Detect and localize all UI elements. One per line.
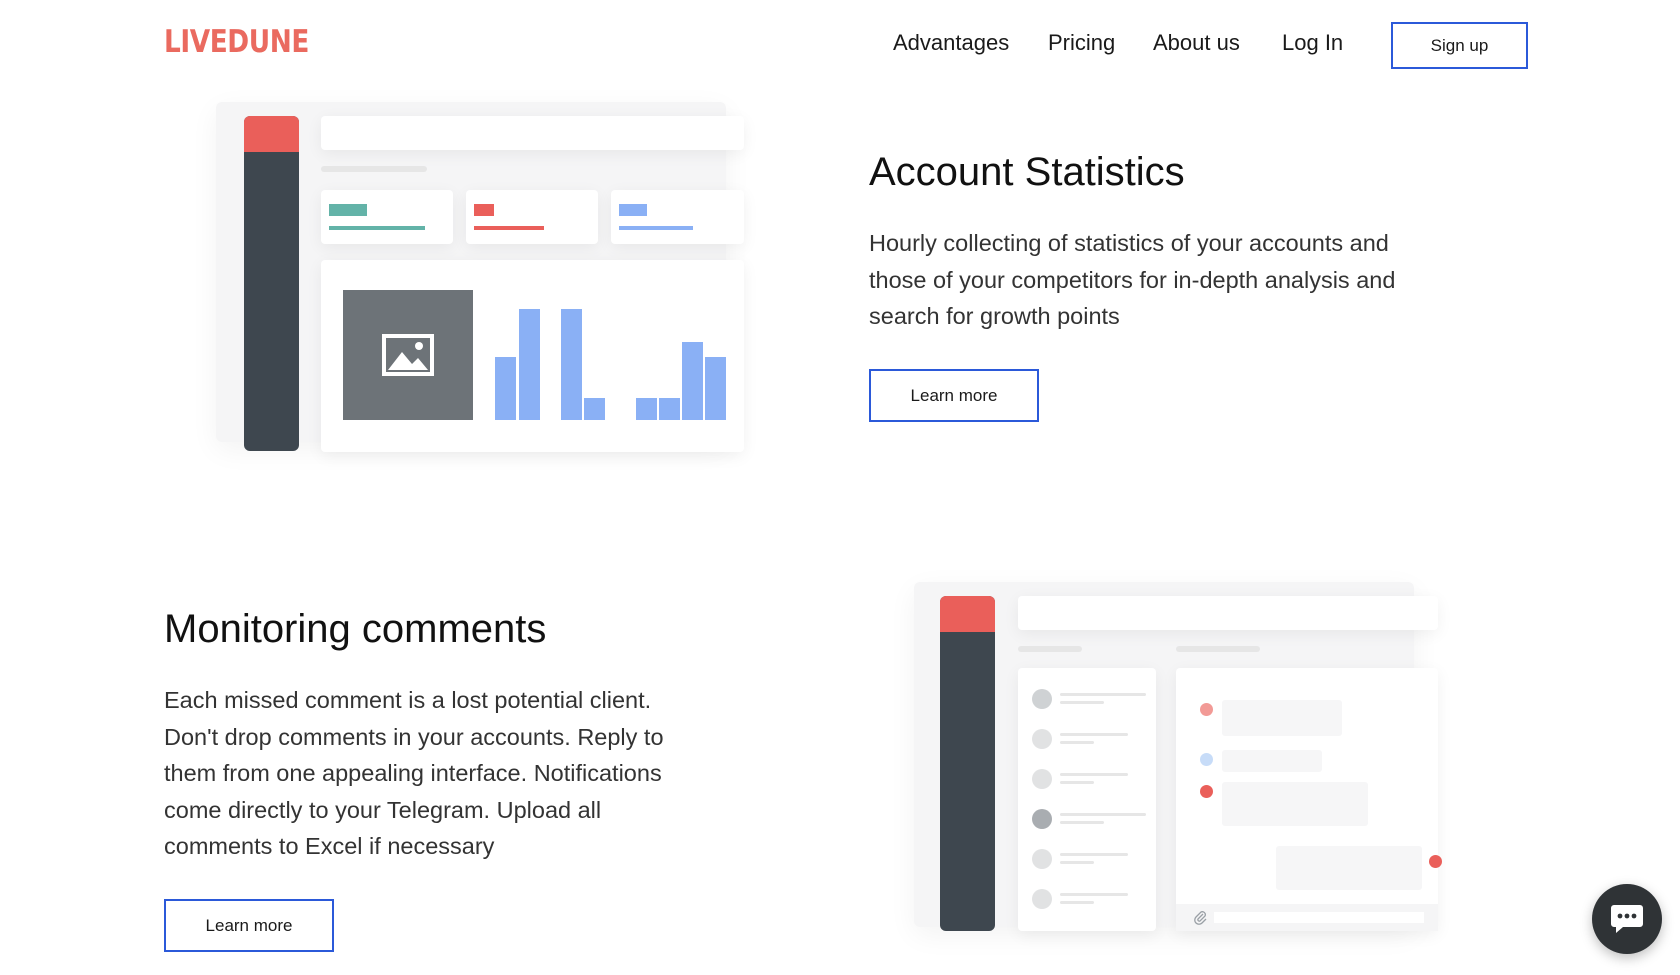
avatar xyxy=(1032,729,1052,749)
status-dot xyxy=(1200,753,1213,766)
reply-bar xyxy=(1176,904,1438,931)
nav-log-in[interactable]: Log In xyxy=(1282,30,1343,56)
chart-bar xyxy=(519,309,540,420)
chat-bubble-icon xyxy=(1611,905,1643,933)
image-placeholder xyxy=(343,290,473,420)
stat-card-blue xyxy=(611,190,744,244)
chart-bar xyxy=(561,309,582,420)
comment-thread-card xyxy=(1176,668,1442,931)
comments-thread-title-line xyxy=(1176,646,1260,652)
image-icon xyxy=(382,334,434,376)
paperclip-icon xyxy=(1194,911,1207,925)
learn-more-statistics-button[interactable]: Learn more xyxy=(869,369,1039,422)
status-dot xyxy=(1200,703,1213,716)
chat-button[interactable] xyxy=(1592,884,1662,954)
statistics-illustration xyxy=(200,90,760,460)
logo[interactable]: LIVEDUNE xyxy=(164,24,309,60)
comments-list-card xyxy=(1018,668,1156,931)
avatar xyxy=(1032,889,1052,909)
dashboard-subtitle-line xyxy=(321,166,427,172)
chart-bar xyxy=(636,398,657,420)
avatar xyxy=(1032,689,1052,709)
nav-about-us[interactable]: About us xyxy=(1153,30,1240,56)
nav-advantages[interactable]: Advantages xyxy=(893,30,1009,56)
chart-card xyxy=(321,260,744,452)
status-dot xyxy=(1200,785,1213,798)
dashboard-topbar xyxy=(321,116,744,150)
chart-bar xyxy=(682,342,703,420)
comments-list-title-line xyxy=(1018,646,1082,652)
section-title-account-statistics: Account Statistics xyxy=(869,150,1185,194)
comments-illustration xyxy=(890,576,1450,975)
chart-bar xyxy=(495,357,516,420)
section-description-account-statistics: Hourly collecting of statistics of your … xyxy=(869,230,1396,329)
avatar xyxy=(1032,769,1052,789)
section-title-monitoring-comments: Monitoring comments xyxy=(164,607,547,651)
sign-up-button[interactable]: Sign up xyxy=(1391,22,1528,69)
comments-sidebar xyxy=(940,596,995,931)
chart-bar xyxy=(659,398,680,420)
chart-bar xyxy=(584,398,605,420)
learn-more-comments-button[interactable]: Learn more xyxy=(164,899,334,952)
comments-topbar xyxy=(1018,596,1438,630)
status-dot xyxy=(1429,855,1442,868)
nav-pricing[interactable]: Pricing xyxy=(1048,30,1115,56)
stat-card-teal xyxy=(321,190,453,244)
avatar xyxy=(1032,849,1052,869)
stat-card-red xyxy=(466,190,598,244)
chart-bar xyxy=(705,357,726,420)
dashboard-sidebar xyxy=(244,116,299,451)
avatar xyxy=(1032,809,1052,829)
section-description-monitoring-comments: Each missed comment is a lost potential … xyxy=(164,687,664,859)
